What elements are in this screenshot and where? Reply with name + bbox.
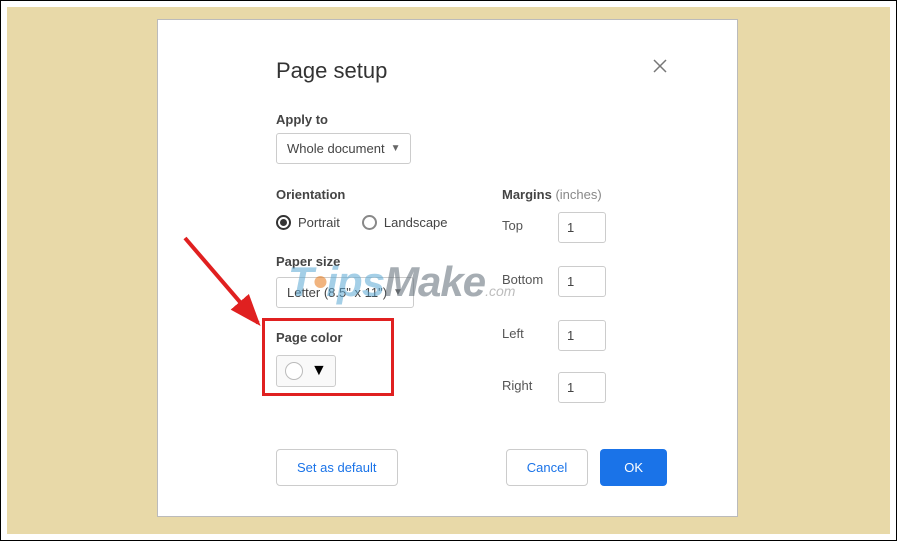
margin-left-label: Left — [502, 326, 552, 341]
page-color-label: Page color — [276, 330, 342, 345]
set-as-default-button[interactable]: Set as default — [276, 449, 398, 486]
margin-top-label: Top — [502, 218, 552, 233]
orientation-radio-group: Portrait Landscape — [276, 215, 448, 230]
portrait-radio[interactable]: Portrait — [276, 215, 340, 230]
margin-right-label: Right — [502, 378, 552, 393]
margin-left-input[interactable] — [558, 320, 606, 351]
landscape-radio[interactable]: Landscape — [362, 215, 448, 230]
chevron-down-icon: ▼ — [393, 287, 403, 298]
margin-top-row: Top — [502, 218, 552, 233]
chevron-down-icon: ▼ — [311, 362, 327, 380]
ok-button[interactable]: OK — [600, 449, 667, 486]
button-group-right: Cancel OK — [506, 449, 667, 486]
radio-unselected-icon — [362, 215, 377, 230]
margin-left-row: Left — [502, 326, 552, 341]
page-setup-dialog: Page setup Apply to Whole document ▼ Ori… — [157, 19, 738, 517]
apply-to-value: Whole document — [287, 141, 385, 156]
radio-selected-icon — [276, 215, 291, 230]
margin-bottom-input[interactable] — [558, 266, 606, 297]
annotation-arrow-icon — [180, 233, 275, 343]
color-swatch-icon — [285, 362, 303, 380]
margin-top-input[interactable] — [558, 212, 606, 243]
margin-right-row: Right — [502, 378, 552, 393]
chevron-down-icon: ▼ — [391, 143, 401, 154]
margin-bottom-row: Bottom — [502, 272, 552, 287]
portrait-label: Portrait — [298, 215, 340, 230]
landscape-label: Landscape — [384, 215, 448, 230]
margins-unit: (inches) — [555, 187, 601, 202]
paper-size-dropdown[interactable]: Letter (8.5" x 11") ▼ — [276, 277, 414, 308]
dialog-title: Page setup — [276, 58, 387, 84]
apply-to-label: Apply to — [276, 112, 328, 127]
page-color-dropdown[interactable]: ▼ — [276, 355, 336, 387]
cancel-button[interactable]: Cancel — [506, 449, 588, 486]
close-icon — [653, 59, 667, 73]
margin-right-input[interactable] — [558, 372, 606, 403]
margins-label: Margins (inches) — [502, 187, 602, 202]
paper-size-value: Letter (8.5" x 11") — [287, 285, 387, 300]
orientation-label: Orientation — [276, 187, 345, 202]
apply-to-dropdown[interactable]: Whole document ▼ — [276, 133, 411, 164]
margin-bottom-label: Bottom — [502, 272, 552, 287]
paper-size-label: Paper size — [276, 254, 340, 269]
button-row: Set as default Cancel OK — [276, 449, 667, 486]
close-button[interactable] — [653, 58, 667, 76]
